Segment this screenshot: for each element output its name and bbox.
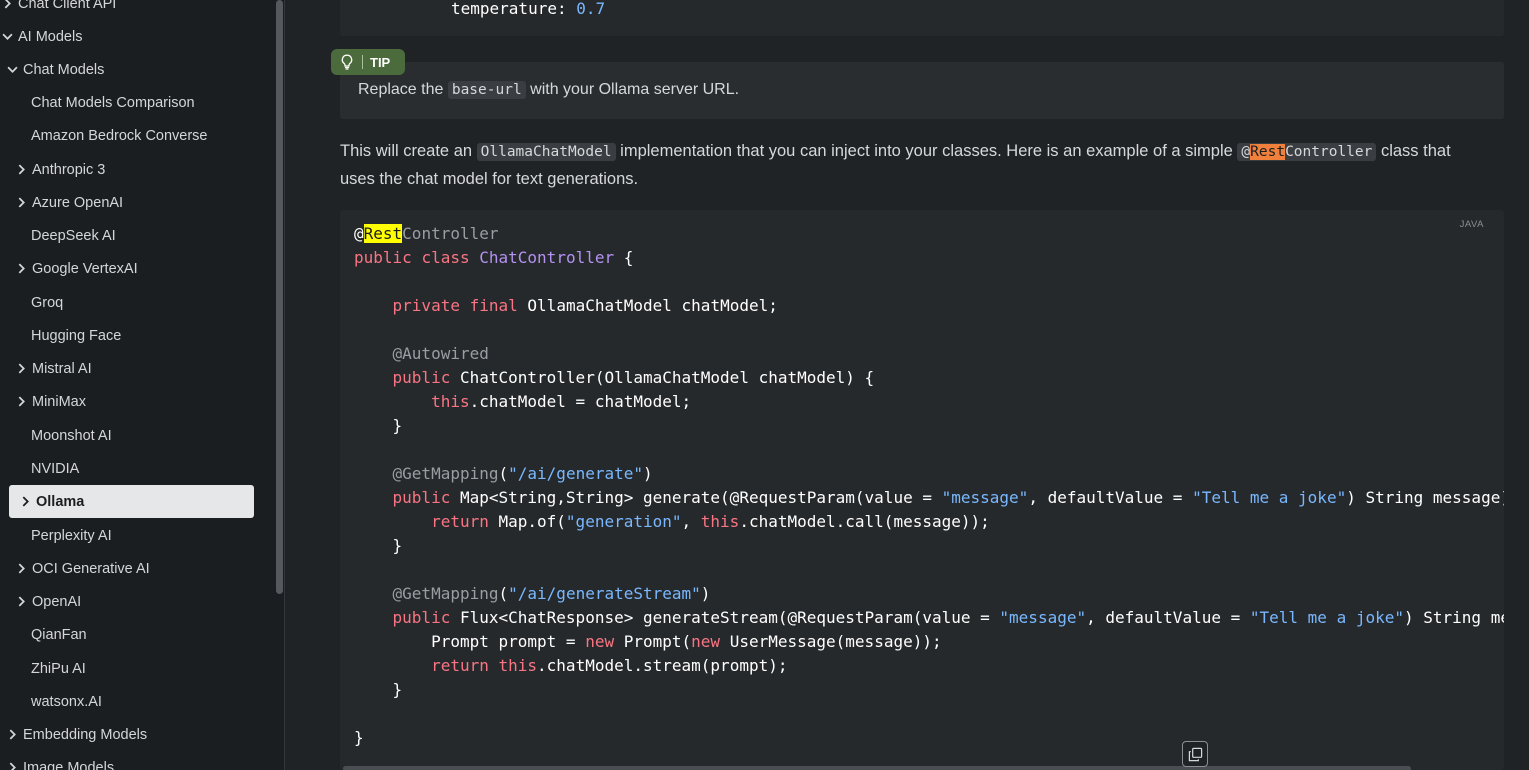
- sidebar-item-label: Image Models: [23, 759, 115, 770]
- tip-text-part: with your Ollama server URL.: [525, 81, 740, 98]
- sidebar-item-label: Mistral AI: [32, 360, 92, 377]
- sidebar-item-openai[interactable]: OpenAI: [14, 585, 81, 618]
- code-fragment: @: [1241, 144, 1251, 160]
- sidebar-item-zhipu-ai[interactable]: ZhiPu AI: [31, 652, 86, 685]
- sidebar-item-label: OCI Generative AI: [32, 560, 150, 577]
- sidebar-item-chat-models[interactable]: Chat Models: [5, 53, 104, 86]
- sidebar-item-label: QianFan: [31, 626, 87, 643]
- yaml-key: temperature:: [451, 0, 577, 18]
- sidebar-item-label: Perplexity AI: [31, 527, 112, 544]
- sidebar-item-ollama[interactable]: Ollama: [9, 485, 254, 518]
- sidebar-item-label: MiniMax: [32, 393, 86, 410]
- sidebar-item-label: NVIDIA: [31, 460, 80, 477]
- chevron-right-icon: [5, 728, 19, 742]
- code-fragment: Controller: [1285, 144, 1373, 160]
- sidebar-item-label: Hugging Face: [31, 327, 122, 344]
- lightbulb-icon: [340, 54, 354, 70]
- paragraph-text: implementation that you can inject into …: [615, 142, 1238, 160]
- sidebar-item-label: ZhiPu AI: [31, 660, 86, 677]
- chevron-right-icon: [0, 0, 14, 11]
- code-horizontal-scrollbar[interactable]: [343, 766, 1411, 770]
- chevron-right-icon: [5, 761, 19, 770]
- inline-code: @RestController: [1237, 143, 1377, 161]
- sidebar-nav: Chat Client API AI Models Chat Models Ch…: [0, 0, 285, 770]
- inline-code: base-url: [447, 81, 526, 99]
- chevron-down-icon: [0, 30, 14, 44]
- sidebar-item-label: Google VertexAI: [32, 260, 138, 277]
- chevron-right-icon: [14, 562, 28, 576]
- sidebar-item-label: Anthropic 3: [32, 161, 106, 178]
- yaml-code-block: temperature: 0.7: [340, 0, 1504, 36]
- sidebar-item-chat-client-api[interactable]: Chat Client API: [0, 0, 116, 20]
- paragraph-text: This will create an: [340, 142, 477, 160]
- tip-badge: TIP: [331, 49, 405, 75]
- chevron-right-icon: [14, 595, 28, 609]
- sidebar-item-label: Ollama: [36, 493, 85, 510]
- sidebar-item-perplexity-ai[interactable]: Perplexity AI: [31, 519, 112, 552]
- sidebar-item-label: DeepSeek AI: [31, 227, 116, 244]
- sidebar-item-label: Azure OpenAI: [32, 194, 124, 211]
- body-paragraph: This will create an OllamaChatModel impl…: [340, 138, 1490, 193]
- sidebar-item-mistral-ai[interactable]: Mistral AI: [14, 352, 92, 385]
- sidebar-item-qianfan[interactable]: QianFan: [31, 618, 87, 651]
- sidebar-item-anthropic-3[interactable]: Anthropic 3: [14, 153, 105, 186]
- sidebar-item-nvidia[interactable]: NVIDIA: [31, 452, 79, 485]
- sidebar-item-minimax[interactable]: MiniMax: [14, 385, 86, 418]
- chevron-right-icon: [18, 495, 32, 509]
- sidebar-item-chat-models-comparison[interactable]: Chat Models Comparison: [31, 86, 195, 119]
- sidebar-item-embedding-models[interactable]: Embedding Models: [5, 718, 147, 751]
- sidebar-item-moonshot-ai[interactable]: Moonshot AI: [31, 419, 112, 452]
- code-line: temperature: 0.7: [451, 0, 605, 18]
- sidebar-item-label: OpenAI: [32, 593, 82, 610]
- yaml-value: 0.7: [576, 0, 606, 18]
- sidebar-item-groq[interactable]: Groq: [31, 286, 63, 319]
- sidebar-item-label: Groq: [31, 294, 64, 311]
- chevron-right-icon: [14, 395, 28, 409]
- sidebar-item-deepseek-ai[interactable]: DeepSeek AI: [31, 219, 116, 252]
- tip-text-part: Replace the: [358, 81, 448, 98]
- inline-code: OllamaChatModel: [476, 143, 616, 161]
- sidebar-item-label: Chat Models: [23, 61, 105, 78]
- sidebar-item-label: Chat Models Comparison: [31, 94, 195, 111]
- java-code-block: JAVA @RestController public class ChatCo…: [340, 210, 1504, 770]
- chevron-right-icon: [14, 362, 28, 376]
- chevron-right-icon: [14, 262, 28, 276]
- sidebar-item-label: watsonx.AI: [31, 693, 102, 710]
- chevron-right-icon: [14, 163, 28, 177]
- copy-button[interactable]: [1182, 741, 1208, 767]
- sidebar-item-google-vertexai[interactable]: Google VertexAI: [14, 252, 138, 285]
- tip-text: Replace the base-url with your Ollama se…: [358, 81, 739, 99]
- sidebar-item-image-models[interactable]: Image Models: [5, 751, 114, 770]
- sidebar-item-label: Chat Client API: [18, 0, 117, 12]
- sidebar-item-amazon-bedrock-converse[interactable]: Amazon Bedrock Converse: [31, 119, 208, 152]
- sidebar-item-azure-openai[interactable]: Azure OpenAI: [14, 186, 123, 219]
- search-highlight: Rest: [1250, 144, 1286, 160]
- sidebar-item-watsonx-ai[interactable]: watsonx.AI: [31, 685, 102, 718]
- sidebar-scrollbar[interactable]: [276, 0, 283, 594]
- sidebar-item-label: Embedding Models: [23, 726, 148, 743]
- sidebar-item-hugging-face[interactable]: Hugging Face: [31, 319, 121, 352]
- sidebar-item-oci-generative-ai[interactable]: OCI Generative AI: [14, 552, 150, 585]
- sidebar-item-ai-models[interactable]: AI Models: [0, 20, 82, 53]
- main-content: temperature: 0.7 TIP Replace the base-ur…: [285, 0, 1529, 770]
- divider: [362, 55, 363, 69]
- sidebar-item-label: AI Models: [18, 28, 83, 45]
- sidebar-item-label: Moonshot AI: [31, 427, 112, 444]
- copy-icon: [1188, 747, 1203, 762]
- tip-label: TIP: [370, 54, 391, 70]
- sidebar-item-label: Amazon Bedrock Converse: [31, 127, 208, 144]
- code-content: @RestController public class ChatControl…: [354, 224, 1504, 747]
- chevron-down-icon: [5, 63, 19, 77]
- chevron-right-icon: [14, 196, 28, 210]
